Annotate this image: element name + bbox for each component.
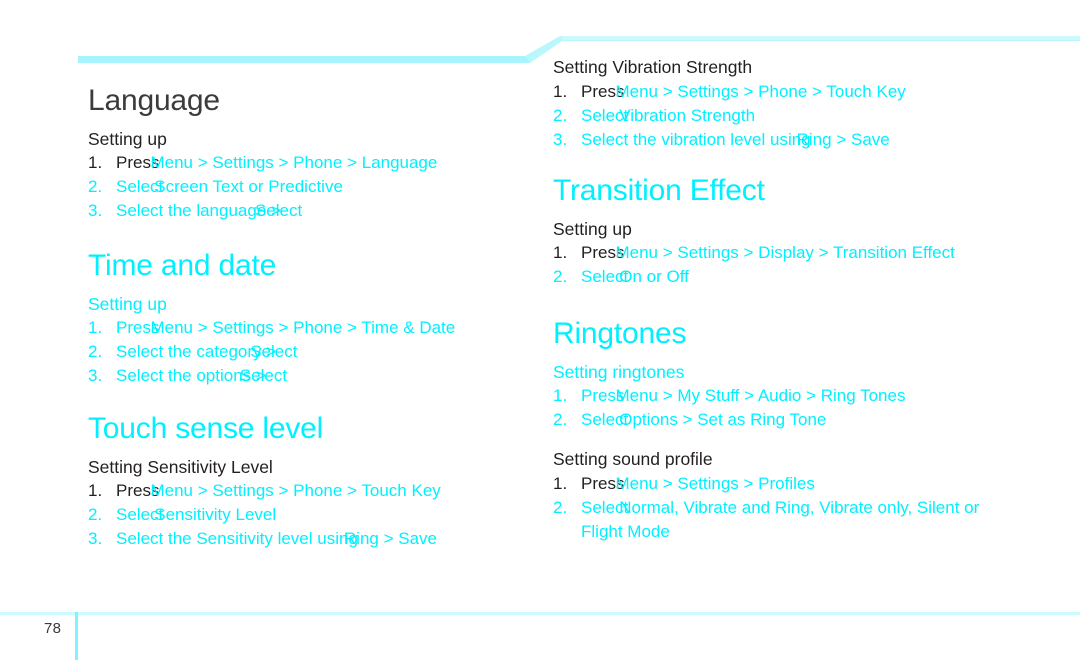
menu-path: Select (239, 366, 288, 386)
menu-path: Menu > My Stuff > Audio > Ring Tones (615, 386, 906, 406)
step-number: 3. (88, 529, 103, 549)
step-item: 1. PressMenu > Settings > Phone > Languag… (88, 151, 437, 175)
step-list: 1. PressMenu > Settings > Phone > Touch K… (553, 80, 906, 152)
step-list: 1. PressMenu > My Stuff > Audio > Ring To… (553, 384, 905, 432)
step-number: 2. (553, 105, 568, 125)
step-number: 1. (553, 81, 568, 101)
section-block: Touch sense level Setting Sensitivity Lev… (88, 413, 441, 551)
section-block: Setting sound profile 1. PressMenu > Setti… (553, 449, 979, 544)
step-number: 2. (88, 342, 103, 362)
step-item: 1. PressMenu > Settings > Phone > Time & … (88, 316, 455, 340)
step-lead-text: Select the vibration level using (581, 129, 811, 149)
step-lead-text: Select the Sensitivity level using (116, 529, 358, 549)
step-item: 3. Select the vibration level usingRing >… (553, 128, 906, 152)
step-list: 1. PressMenu > Settings > Phone > Time & … (88, 316, 455, 388)
step-list: 1. PressMenu > Settings > Profiles 2. Selec… (553, 472, 979, 520)
banner-left-fill (78, 56, 530, 63)
step-number: 2. (88, 177, 103, 197)
section-block: Ringtones Setting ringtones 1. PressMenu > … (553, 318, 905, 432)
step-item: 1. PressMenu > Settings > Display > Trans… (553, 241, 955, 265)
menu-path: Select (250, 342, 298, 362)
step-item: 2. SelectOn or Off (553, 265, 955, 289)
step-number: 1. (88, 318, 103, 338)
menu-path: Options > Set as Ring Tone (619, 410, 827, 430)
step-number: 2. (553, 267, 568, 287)
section-title: Time and date (88, 249, 277, 282)
menu-path: Sensitivity Level (154, 505, 277, 525)
menu-path: Menu > Settings > Display > Transition E… (615, 243, 955, 263)
step-continuation: Flight Mode (581, 521, 670, 541)
step-list: 1. PressMenu > Settings > Phone > Touch K… (88, 479, 441, 551)
step-list: 1. PressMenu > Settings > Display > Trans… (553, 241, 955, 289)
menu-path: Vibration Strength (619, 105, 756, 125)
step-item: 1. PressMenu > Settings > Phone > Touch K… (553, 80, 906, 104)
menu-path: Normal, Vibrate and Ring, Vibrate only, … (619, 497, 980, 517)
section-subtitle: Setting up (553, 218, 632, 239)
footer-divider (0, 612, 1080, 615)
step-number: 1. (553, 386, 568, 406)
page-number: 78 (44, 620, 62, 637)
step-item: 2. SelectVibration Strength (553, 104, 906, 128)
step-item: 3. Select the language >Select (88, 199, 437, 223)
step-number: 3. (88, 366, 103, 386)
step-item: 2. SelectSensitivity Level (88, 503, 441, 527)
menu-path: Menu > Settings > Phone > Language (150, 153, 438, 173)
menu-path: Ring > Save (343, 529, 437, 549)
menu-path: Select (254, 201, 303, 221)
section-subtitle: Setting up (88, 128, 167, 149)
menu-path: Menu > Settings > Phone > Touch Key (615, 81, 906, 101)
section-block: Setting Vibration Strength 1. PressMenu > … (553, 57, 906, 152)
step-item: 1. PressMenu > Settings > Phone > Touch K… (88, 479, 441, 503)
menu-path: Menu > Settings > Phone > Time & Date (150, 318, 456, 338)
step-item: 3. Select the options >Select (88, 364, 455, 388)
header-banner (0, 22, 1080, 78)
step-item: 3. Select the Sensitivity level usingRing… (88, 527, 441, 551)
menu-path: Ring > Save (796, 129, 890, 149)
step-number: 1. (88, 153, 103, 173)
step-item: 1. PressMenu > Settings > Profiles (553, 472, 979, 496)
step-number: 2. (553, 410, 568, 430)
section-subtitle: Setting sound profile (553, 449, 713, 469)
section-subtitle: Setting ringtones (553, 361, 685, 382)
section-title: Touch sense level (88, 412, 324, 445)
menu-path: Menu > Settings > Profiles (615, 473, 815, 493)
step-item: 2. SelectNormal, Vibrate and Ring, Vibrat… (553, 496, 979, 520)
section-title: Ringtones (553, 317, 687, 350)
menu-path: Screen Text or Predictive (154, 177, 343, 197)
step-number: 3. (88, 201, 103, 221)
step-number: 3. (553, 129, 568, 149)
section-block: Language Setting up 1. PressMenu > Settings… (88, 85, 437, 223)
section-subtitle: Setting up (88, 293, 167, 314)
step-number: 1. (88, 481, 103, 501)
step-number: 2. (88, 505, 103, 525)
section-title: Transition Effect (553, 174, 765, 207)
menu-path: Menu > Settings > Phone > Touch Key (150, 481, 441, 501)
step-item: 1. PressMenu > My Stuff > Audio > Ring To… (553, 384, 905, 408)
footer-tick-mark (75, 612, 78, 660)
banner-right-rule (562, 36, 1080, 40)
section-subtitle: Setting Sensitivity Level (88, 456, 273, 477)
step-item: 2. SelectOptions > Set as Ring Tone (553, 408, 905, 432)
step-number: 1. (553, 473, 568, 493)
manual-page: Language Setting up 1. PressMenu > Settings… (0, 0, 1080, 670)
step-item: 2. Select the category >Select (88, 340, 455, 364)
step-list: 1. PressMenu > Settings > Phone > Languag… (88, 151, 437, 223)
section-subtitle: Setting Vibration Strength (553, 57, 753, 77)
step-item: 2. SelectScreen Text or Predictive (88, 175, 437, 199)
section-title: Language (88, 84, 220, 117)
menu-path: On or Off (619, 267, 689, 287)
step-number: 1. (553, 243, 568, 263)
section-block: Time and date Setting up 1. PressMenu > Set… (88, 250, 455, 388)
step-number: 2. (553, 497, 568, 517)
section-block: Transition Effect Setting up 1. PressMenu >… (553, 175, 955, 289)
